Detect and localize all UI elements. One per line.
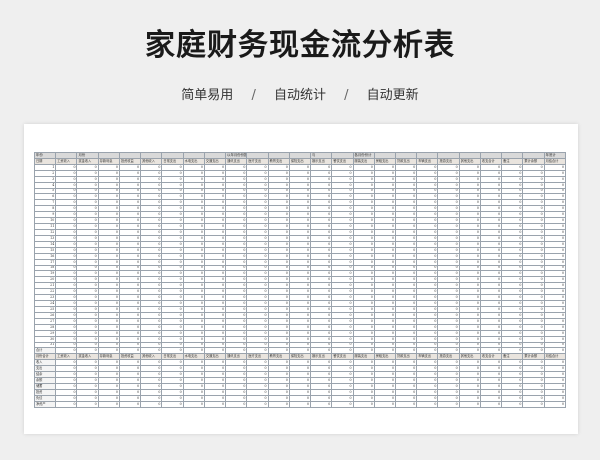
cashflow-grid: 年份月份以年月份份数计与各月份份计年底计日期工资收入奖金收入存款利息投资收益其他… — [33, 152, 567, 409]
spreadsheet-preview: 年份月份以年月份份数计与各月份份计年底计日期工资收入奖金收入存款利息投资收益其他… — [24, 124, 578, 434]
value-cell: 0 — [331, 400, 354, 409]
value-cell: 0 — [310, 400, 333, 409]
value-cell: 0 — [203, 400, 227, 409]
page-subtitle: 简单易用 / 自动统计 / 自动更新 — [0, 84, 600, 103]
value-cell: 0 — [437, 400, 460, 409]
value-cell: 0 — [522, 400, 545, 409]
subtitle-item-2: 自动统计 — [273, 88, 326, 103]
category-label: 净资产 — [33, 400, 57, 409]
value-cell: 0 — [140, 400, 163, 409]
subtitle-item-1: 简单易用 — [181, 88, 234, 103]
value-cell: 0 — [288, 400, 312, 409]
value-cell: 0 — [458, 400, 481, 409]
value-cell: 0 — [416, 400, 439, 409]
value-cell: 0 — [394, 400, 418, 409]
category-row: 净资产 0 0 0 0 0 0 0 0 0 0 0 0 0 0 0 0 0 0 0 0 0 0 0 0 — [33, 400, 567, 409]
cashflow-table: 年份月份以年月份份数计与各月份份计年底计日期工资收入奖金收入存款利息投资收益其他… — [33, 152, 567, 409]
value-cell: 0 — [76, 400, 99, 409]
value-cell: 0 — [161, 400, 184, 409]
value-cell: 0 — [55, 400, 78, 409]
value-cell: 0 — [501, 400, 524, 409]
value-cell: 0 — [352, 400, 375, 409]
value-cell: 0 — [543, 400, 567, 409]
value-cell: 0 — [267, 400, 290, 409]
value-cell: 0 — [225, 400, 248, 409]
subtitle-item-3: 自动更新 — [366, 88, 419, 103]
subtitle-separator: / — [251, 88, 256, 103]
page-title: 家庭财务现金流分析表 — [145, 28, 455, 63]
value-cell: 0 — [479, 400, 503, 409]
value-cell: 0 — [373, 400, 396, 409]
subtitle-separator: / — [344, 88, 349, 103]
value-cell: 0 — [182, 400, 205, 409]
value-cell: 0 — [246, 400, 269, 409]
value-cell: 0 — [97, 400, 120, 409]
value-cell: 0 — [118, 400, 142, 409]
